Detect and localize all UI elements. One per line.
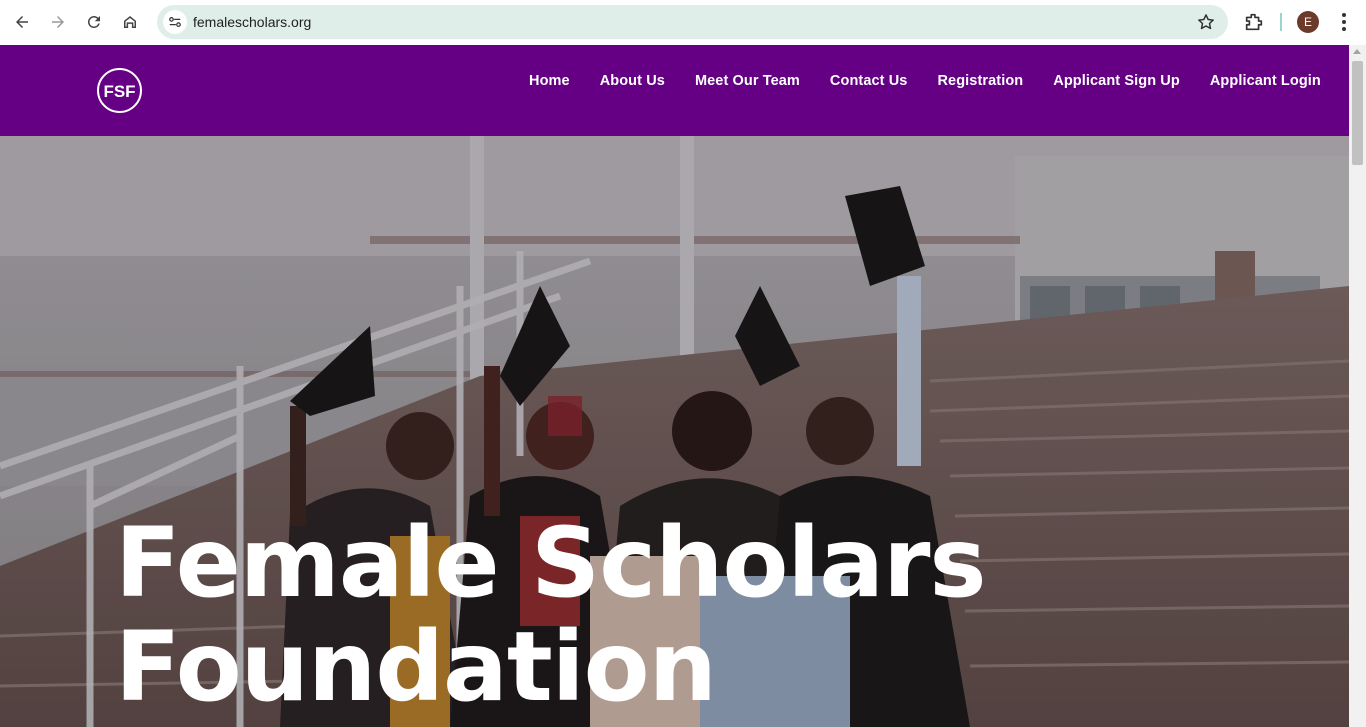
browser-toolbar: femalescholars.org E	[0, 0, 1366, 45]
url-text[interactable]: femalescholars.org	[193, 14, 311, 30]
page-viewport: FSF Home About Us Meet Our Team Contact …	[0, 45, 1349, 727]
nav-applicant-login[interactable]: Applicant Login	[1195, 73, 1336, 89]
forward-button[interactable]	[45, 9, 71, 35]
reload-button[interactable]	[81, 9, 107, 35]
nav-registration[interactable]: Registration	[922, 73, 1038, 89]
site-info-button[interactable]	[163, 10, 187, 34]
home-button[interactable]	[117, 9, 143, 35]
nav-home[interactable]: Home	[514, 73, 585, 89]
scroll-thumb[interactable]	[1352, 61, 1363, 165]
nav-meet-our-team[interactable]: Meet Our Team	[680, 73, 815, 89]
profile-avatar[interactable]: E	[1297, 11, 1319, 33]
bookmark-star-icon[interactable]	[1196, 12, 1216, 32]
nav-applicant-sign-up[interactable]: Applicant Sign Up	[1038, 73, 1195, 89]
toolbar-divider	[1280, 13, 1282, 31]
nav-contact-us[interactable]: Contact Us	[815, 73, 923, 89]
logo-text: FSF	[103, 82, 135, 101]
hero-title-line-1: Female Scholars	[115, 507, 987, 619]
more-menu-icon[interactable]	[1334, 11, 1354, 33]
site-info-icon	[169, 17, 181, 27]
home-icon	[124, 16, 136, 28]
site-header: FSF Home About Us Meet Our Team Contact …	[0, 45, 1349, 136]
reload-icon	[87, 15, 100, 28]
extensions-icon[interactable]	[1243, 11, 1265, 33]
site-logo[interactable]: FSF	[97, 68, 142, 113]
hero-title: Female Scholars Foundation	[115, 507, 987, 723]
back-button[interactable]	[9, 9, 35, 35]
hero-section: Female Scholars Foundation	[0, 136, 1349, 727]
address-bar[interactable]: femalescholars.org	[157, 5, 1228, 39]
fsf-logo-icon: FSF	[103, 82, 135, 101]
forward-icon	[52, 16, 64, 28]
page-scrollbar[interactable]	[1349, 45, 1366, 727]
hero-title-line-2: Foundation	[115, 611, 717, 723]
main-nav: Home About Us Meet Our Team Contact Us R…	[514, 73, 1336, 89]
back-icon	[16, 16, 28, 28]
nav-about-us[interactable]: About Us	[585, 73, 680, 89]
scroll-up-arrow-icon[interactable]	[1353, 49, 1361, 54]
